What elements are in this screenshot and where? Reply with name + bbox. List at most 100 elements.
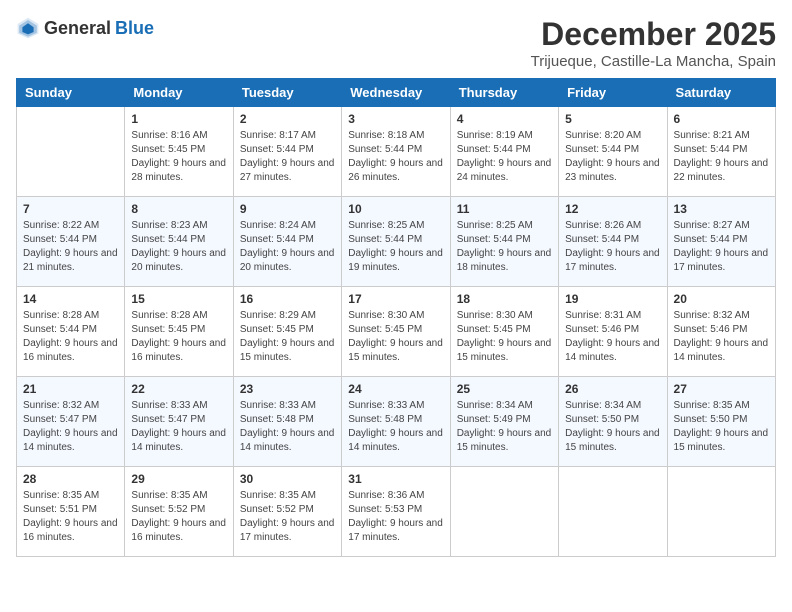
- logo-blue-text: Blue: [115, 18, 154, 39]
- cell-sun-info: Sunrise: 8:16 AMSunset: 5:45 PMDaylight:…: [131, 129, 226, 185]
- calendar-cell: 4 Sunrise: 8:19 AMSunset: 5:44 PMDaylight…: [450, 107, 558, 197]
- day-number: 11: [457, 202, 552, 216]
- calendar-cell: 20Sunrise: 8:32 AMSunset: 5:46 PMDayligh…: [667, 287, 775, 377]
- cell-sun-info: Sunrise: 8:28 AMSunset: 5:45 PMDaylight:…: [131, 309, 226, 365]
- cell-sun-info: Sunrise: 8:26 AMSunset: 5:44 PMDaylight:…: [565, 219, 660, 275]
- cell-sun-info: Sunrise: 8:17 AMSunset: 5:44 PMDaylight:…: [240, 129, 335, 185]
- page-header: General Blue December 2025 Trijueque, Ca…: [16, 16, 776, 70]
- cell-sun-info: Sunrise: 8:30 AMSunset: 5:45 PMDaylight:…: [348, 309, 443, 365]
- weekday-header-sunday: Sunday: [17, 79, 125, 107]
- day-number: 18: [457, 292, 552, 306]
- calendar-cell: 25 Sunrise: 8:34 AMSunset: 5:49 PMDayligh…: [450, 377, 558, 467]
- day-number: 8: [131, 202, 226, 216]
- calendar-cell: 3 Sunrise: 8:18 AMSunset: 5:44 PMDaylight…: [342, 107, 450, 197]
- cell-sun-info: Sunrise: 8:35 AMSunset: 5:51 PMDaylight:…: [23, 489, 118, 545]
- calendar-cell: 16 Sunrise: 8:29 AMSunset: 5:45 PMDayligh…: [233, 287, 341, 377]
- cell-sun-info: Sunrise: 8:19 AMSunset: 5:44 PMDaylight:…: [457, 129, 552, 185]
- calendar-week-row: 28 Sunrise: 8:35 AMSunset: 5:51 PMDayligh…: [17, 467, 776, 557]
- month-title: December 2025: [531, 16, 776, 53]
- calendar-cell: 26 Sunrise: 8:34 AMSunset: 5:50 PMDayligh…: [559, 377, 667, 467]
- cell-sun-info: Sunrise: 8:22 AMSunset: 5:44 PMDaylight:…: [23, 219, 118, 275]
- day-number: 21: [23, 382, 118, 396]
- calendar-cell: 29 Sunrise: 8:35 AMSunset: 5:52 PMDayligh…: [125, 467, 233, 557]
- title-block: December 2025 Trijueque, Castille-La Man…: [531, 16, 776, 70]
- calendar-cell: 6 Sunrise: 8:21 AMSunset: 5:44 PMDaylight…: [667, 107, 775, 197]
- logo-icon: [16, 16, 40, 40]
- day-number: 29: [131, 472, 226, 486]
- cell-sun-info: Sunrise: 8:33 AMSunset: 5:48 PMDaylight:…: [240, 399, 335, 455]
- day-number: 23: [240, 382, 335, 396]
- calendar-cell: 13 Sunrise: 8:27 AMSunset: 5:44 PMDayligh…: [667, 197, 775, 287]
- calendar-cell: 1 Sunrise: 8:16 AMSunset: 5:45 PMDaylight…: [125, 107, 233, 197]
- cell-sun-info: Sunrise: 8:35 AMSunset: 5:52 PMDaylight:…: [131, 489, 226, 545]
- cell-sun-info: Sunrise: 8:25 AMSunset: 5:44 PMDaylight:…: [348, 219, 443, 275]
- day-number: 17: [348, 292, 443, 306]
- calendar-week-row: 7 Sunrise: 8:22 AMSunset: 5:44 PMDaylight…: [17, 197, 776, 287]
- day-number: 25: [457, 382, 552, 396]
- calendar-cell: 15 Sunrise: 8:28 AMSunset: 5:45 PMDayligh…: [125, 287, 233, 377]
- weekday-header-saturday: Saturday: [667, 79, 775, 107]
- calendar-cell: 9Sunrise: 8:24 AMSunset: 5:44 PMDaylight…: [233, 197, 341, 287]
- calendar-cell: 10Sunrise: 8:25 AMSunset: 5:44 PMDayligh…: [342, 197, 450, 287]
- day-number: 13: [674, 202, 769, 216]
- cell-sun-info: Sunrise: 8:21 AMSunset: 5:44 PMDaylight:…: [674, 129, 769, 185]
- calendar-week-row: 21 Sunrise: 8:32 AMSunset: 5:47 PMDayligh…: [17, 377, 776, 467]
- weekday-header-row: SundayMondayTuesdayWednesdayThursdayFrid…: [17, 79, 776, 107]
- day-number: 6: [674, 112, 769, 126]
- weekday-header-monday: Monday: [125, 79, 233, 107]
- cell-sun-info: Sunrise: 8:35 AMSunset: 5:50 PMDaylight:…: [674, 399, 769, 455]
- day-number: 16: [240, 292, 335, 306]
- calendar-cell: 7 Sunrise: 8:22 AMSunset: 5:44 PMDaylight…: [17, 197, 125, 287]
- cell-sun-info: Sunrise: 8:30 AMSunset: 5:45 PMDaylight:…: [457, 309, 552, 365]
- cell-sun-info: Sunrise: 8:25 AMSunset: 5:44 PMDaylight:…: [457, 219, 552, 275]
- day-number: 27: [674, 382, 769, 396]
- cell-sun-info: Sunrise: 8:27 AMSunset: 5:44 PMDaylight:…: [674, 219, 769, 275]
- day-number: 26: [565, 382, 660, 396]
- day-number: 4: [457, 112, 552, 126]
- day-number: 3: [348, 112, 443, 126]
- calendar-cell: 19Sunrise: 8:31 AMSunset: 5:46 PMDayligh…: [559, 287, 667, 377]
- day-number: 28: [23, 472, 118, 486]
- day-number: 12: [565, 202, 660, 216]
- calendar-cell: 17 Sunrise: 8:30 AMSunset: 5:45 PMDayligh…: [342, 287, 450, 377]
- calendar-cell: 31Sunrise: 8:36 AMSunset: 5:53 PMDayligh…: [342, 467, 450, 557]
- day-number: 7: [23, 202, 118, 216]
- calendar-cell: 23 Sunrise: 8:33 AMSunset: 5:48 PMDayligh…: [233, 377, 341, 467]
- cell-sun-info: Sunrise: 8:35 AMSunset: 5:52 PMDaylight:…: [240, 489, 335, 545]
- cell-sun-info: Sunrise: 8:32 AMSunset: 5:47 PMDaylight:…: [23, 399, 118, 455]
- calendar-cell: 28 Sunrise: 8:35 AMSunset: 5:51 PMDayligh…: [17, 467, 125, 557]
- cell-sun-info: Sunrise: 8:33 AMSunset: 5:48 PMDaylight:…: [348, 399, 443, 455]
- logo-general-text: General: [44, 18, 111, 39]
- day-number: 30: [240, 472, 335, 486]
- day-number: 2: [240, 112, 335, 126]
- calendar-cell: 27 Sunrise: 8:35 AMSunset: 5:50 PMDayligh…: [667, 377, 775, 467]
- calendar-cell: 11 Sunrise: 8:25 AMSunset: 5:44 PMDayligh…: [450, 197, 558, 287]
- weekday-header-tuesday: Tuesday: [233, 79, 341, 107]
- cell-sun-info: Sunrise: 8:32 AMSunset: 5:46 PMDaylight:…: [674, 309, 769, 365]
- day-number: 15: [131, 292, 226, 306]
- day-number: 22: [131, 382, 226, 396]
- calendar-cell: [559, 467, 667, 557]
- day-number: 31: [348, 472, 443, 486]
- weekday-header-friday: Friday: [559, 79, 667, 107]
- cell-sun-info: Sunrise: 8:20 AMSunset: 5:44 PMDaylight:…: [565, 129, 660, 185]
- logo: General Blue: [16, 16, 154, 40]
- day-number: 5: [565, 112, 660, 126]
- cell-sun-info: Sunrise: 8:24 AMSunset: 5:44 PMDaylight:…: [240, 219, 335, 275]
- cell-sun-info: Sunrise: 8:34 AMSunset: 5:50 PMDaylight:…: [565, 399, 660, 455]
- day-number: 1: [131, 112, 226, 126]
- location-subtitle: Trijueque, Castille-La Mancha, Spain: [531, 53, 776, 70]
- calendar-cell: 24Sunrise: 8:33 AMSunset: 5:48 PMDayligh…: [342, 377, 450, 467]
- cell-sun-info: Sunrise: 8:18 AMSunset: 5:44 PMDaylight:…: [348, 129, 443, 185]
- calendar-cell: 8 Sunrise: 8:23 AMSunset: 5:44 PMDaylight…: [125, 197, 233, 287]
- cell-sun-info: Sunrise: 8:33 AMSunset: 5:47 PMDaylight:…: [131, 399, 226, 455]
- cell-sun-info: Sunrise: 8:31 AMSunset: 5:46 PMDaylight:…: [565, 309, 660, 365]
- calendar-cell: [450, 467, 558, 557]
- calendar-cell: 14Sunrise: 8:28 AMSunset: 5:44 PMDayligh…: [17, 287, 125, 377]
- cell-sun-info: Sunrise: 8:29 AMSunset: 5:45 PMDaylight:…: [240, 309, 335, 365]
- calendar-cell: 18 Sunrise: 8:30 AMSunset: 5:45 PMDayligh…: [450, 287, 558, 377]
- calendar-cell: [17, 107, 125, 197]
- cell-sun-info: Sunrise: 8:34 AMSunset: 5:49 PMDaylight:…: [457, 399, 552, 455]
- calendar-cell: [667, 467, 775, 557]
- cell-sun-info: Sunrise: 8:23 AMSunset: 5:44 PMDaylight:…: [131, 219, 226, 275]
